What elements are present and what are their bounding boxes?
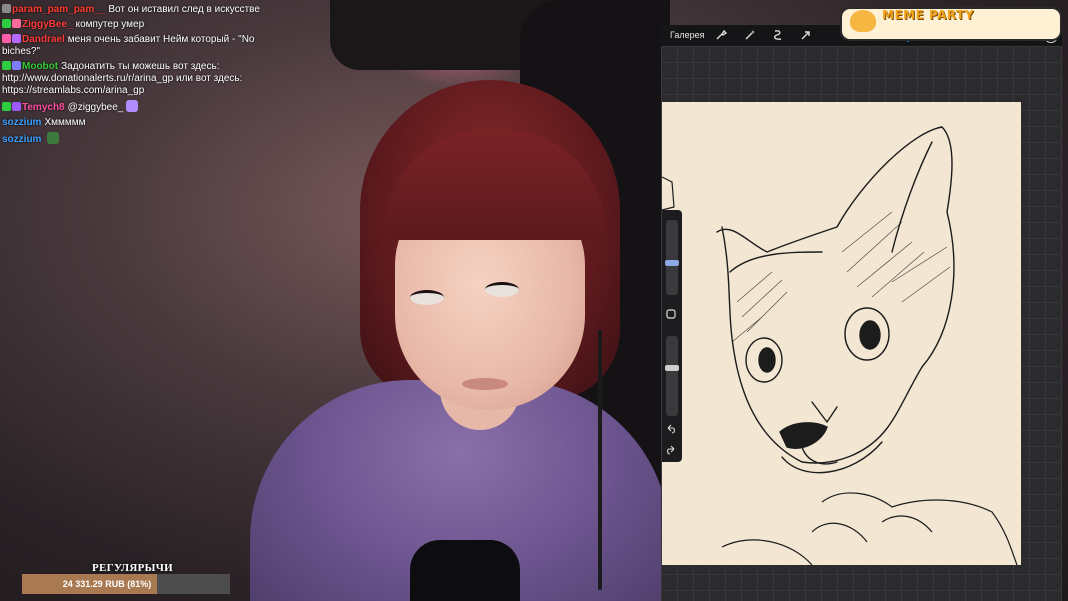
chat-username[interactable]: param_pam_pam__ — [12, 4, 105, 15]
magic-wand-icon[interactable] — [743, 28, 757, 42]
chat-overlay: param_pam_pam__ Вот он иставил след в иск… — [2, 4, 264, 149]
chat-badge-icon — [12, 61, 21, 70]
left-eye — [410, 290, 444, 305]
chat-text: Вот он иставил след в искусстве — [108, 4, 260, 15]
chat-username[interactable]: sozzium — [2, 134, 41, 145]
chat-message: Temych8 @ziggybee_ — [2, 100, 264, 114]
chat-username[interactable]: Temych8 — [22, 102, 65, 113]
drawing-canvas[interactable] — [662, 102, 1021, 565]
chat-message: sozzium Хммммм — [2, 117, 264, 129]
chat-badge-icon — [2, 4, 11, 13]
chat-message: Moobot Задонатить ты можешь вот здесь: ht… — [2, 61, 264, 97]
right-eye — [485, 282, 519, 297]
brush-size-thumb[interactable] — [665, 260, 679, 266]
chat-badge-icon — [2, 102, 11, 111]
chat-username[interactable]: Moobot — [22, 61, 58, 72]
chat-message: Dandrael меня очень забавит Нейм который … — [2, 34, 264, 58]
chat-message: sozzium — [2, 132, 264, 146]
chat-text: Хммммм — [44, 117, 86, 128]
chat-badge-icon — [2, 19, 11, 28]
chat-username[interactable]: Dandrael — [22, 34, 65, 45]
chat-badge-icon — [2, 34, 11, 43]
opacity-slider[interactable] — [666, 336, 678, 416]
chat-username[interactable]: ZiggyBee_ — [22, 19, 73, 30]
chat-emote-icon — [47, 132, 60, 144]
opacity-thumb[interactable] — [665, 365, 679, 371]
redo-icon[interactable] — [664, 444, 678, 458]
chat-message: ZiggyBee_ компутер умер — [2, 19, 264, 31]
chat-message: param_pam_pam__ Вот он иставил след в иск… — [2, 4, 264, 16]
transform-arrow-icon[interactable] — [799, 28, 813, 42]
gallery-button[interactable]: Галерея — [670, 30, 705, 40]
chat-badge-icon — [12, 102, 21, 111]
chat-username[interactable]: sozzium — [2, 117, 41, 128]
lips — [462, 378, 508, 390]
chat-badge-icon — [2, 61, 11, 70]
cat-sketch — [662, 126, 1018, 565]
chat-text: компутер умер — [75, 19, 145, 30]
logo-text: MEME PARTY — [882, 8, 975, 22]
goal-amount: 24 331.29 RUB (81%) — [62, 579, 152, 589]
selection-icon[interactable] — [771, 28, 785, 42]
brush-size-slider[interactable] — [666, 220, 678, 295]
cat-mascot-icon — [850, 10, 876, 32]
chat-text: @ziggybee_ — [67, 102, 124, 113]
modify-button-icon[interactable] — [664, 308, 678, 322]
chat-badge-icon — [12, 19, 21, 28]
wrench-icon[interactable] — [714, 28, 728, 42]
chat-emote-icon — [126, 100, 139, 112]
microphone — [410, 540, 520, 601]
goal-title: РЕГУЛЯРЫЧИ — [92, 562, 173, 574]
headphone-cable — [598, 330, 602, 590]
chat-badge-icon — [12, 34, 21, 43]
undo-icon[interactable] — [664, 423, 678, 437]
